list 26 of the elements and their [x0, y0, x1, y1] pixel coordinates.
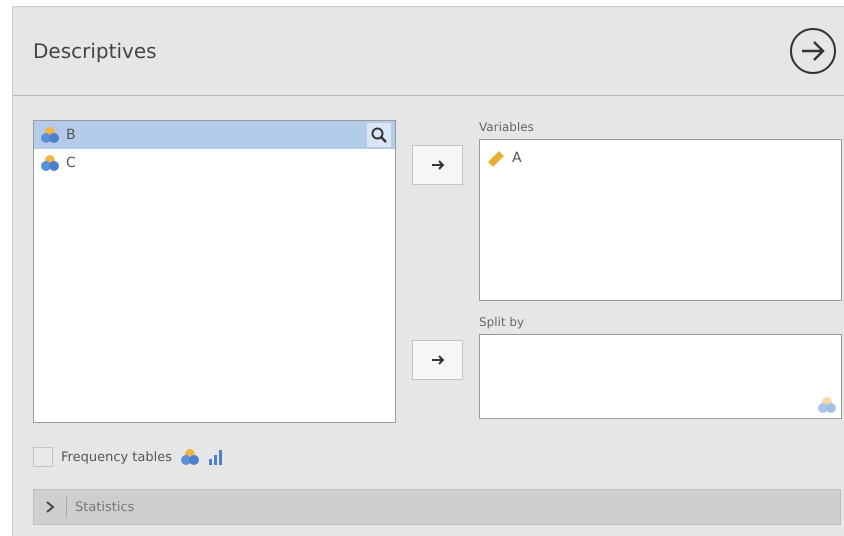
nominal-variable-icon — [40, 154, 60, 172]
target-list-label: Variables — [479, 120, 535, 136]
variable-name: B — [66, 127, 76, 143]
nominal-variable-icon — [817, 396, 837, 414]
nominal-variable-icon — [40, 126, 60, 144]
section-title: Statistics — [74, 500, 134, 514]
run-button[interactable] — [790, 28, 836, 74]
panel-title: Descriptives — [33, 39, 157, 63]
arrow-right-icon — [430, 354, 444, 366]
nominal-variable-icon — [180, 448, 200, 466]
search-button[interactable] — [367, 123, 391, 147]
move-variable-button[interactable] — [412, 145, 463, 185]
move-variable-button[interactable] — [412, 340, 463, 380]
ruler-icon — [486, 149, 506, 167]
checkbox[interactable] — [33, 447, 53, 467]
variable-list-item[interactable]: A — [480, 144, 841, 172]
variable-name: A — [512, 150, 522, 166]
arrow-right-icon — [430, 159, 444, 171]
variable-name: C — [66, 155, 76, 171]
target-list-label: Split by — [479, 315, 526, 331]
checkbox-label: Frequency tables — [61, 450, 172, 464]
arrow-right-icon — [800, 40, 826, 62]
variable-list-item[interactable]: B — [34, 121, 395, 149]
search-icon — [371, 127, 387, 143]
bar-chart-icon — [208, 449, 224, 465]
variable-list-item[interactable]: C — [34, 149, 395, 177]
